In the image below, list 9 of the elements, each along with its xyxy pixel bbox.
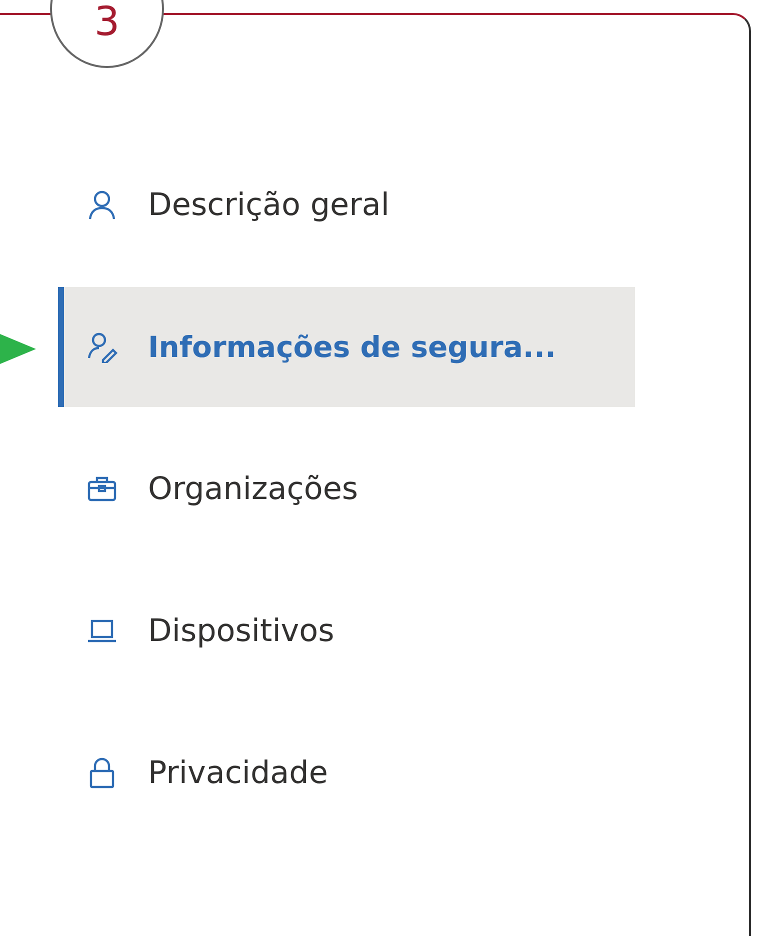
pointer-arrow-icon	[0, 334, 36, 364]
menu-item[interactable]: Dispositivos	[58, 571, 635, 691]
menu-item[interactable]: Descrição geral	[58, 145, 635, 265]
menu-item[interactable]: Privacidade	[58, 713, 635, 833]
person-icon	[86, 189, 118, 221]
step-badge: 3	[50, 0, 164, 68]
person-pen-icon	[86, 331, 118, 363]
menu-item[interactable]: Organizações	[58, 429, 635, 549]
menu-item[interactable]: Informações de segura...	[58, 287, 635, 407]
